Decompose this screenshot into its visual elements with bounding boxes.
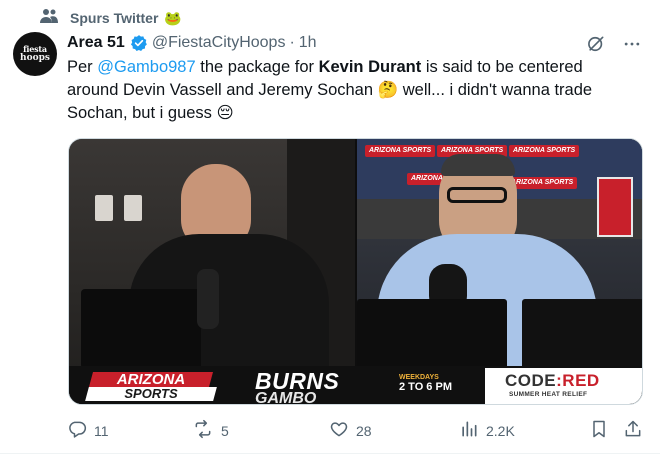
timestamp[interactable]: 1h [299, 34, 317, 52]
community-icon [40, 8, 58, 29]
repost-button[interactable]: 5 [192, 419, 229, 442]
display-name[interactable]: Area 51 [67, 34, 125, 52]
sponsor-name: CODE:RED [505, 371, 600, 391]
text-bold: Kevin Durant [318, 58, 422, 76]
show-title-second: GAMBO [255, 390, 317, 405]
share-button[interactable] [623, 419, 643, 442]
wall-sign-5: ARIZONA SPORTS [507, 177, 578, 189]
microphone-left [197, 269, 219, 329]
reply-count: 11 [94, 422, 109, 439]
monitor-left [81, 289, 201, 369]
tweet-header: Area 51 @FiestaCityHoops · 1h [67, 33, 317, 53]
analytics-icon [459, 419, 479, 442]
like-count: 28 [356, 422, 372, 439]
monitor-right-1 [357, 299, 507, 369]
social-context[interactable]: Spurs Twitter 🐸 [40, 8, 182, 29]
bookmark-button[interactable] [589, 419, 609, 442]
user-handle[interactable]: @FiestaCityHoops [152, 34, 286, 52]
wall-outlet-left [95, 195, 113, 221]
avatar[interactable]: fiesta hoops [13, 32, 57, 76]
frog-emoji: 🐸 [164, 9, 182, 26]
show-time: WEEKDAYS 2 TO 6 PM [399, 374, 452, 393]
show-time-text: 2 TO 6 PM [399, 381, 452, 393]
wall-sign-1: ARIZONA SPORTS [365, 145, 436, 157]
verified-badge-icon [130, 34, 148, 52]
tweet-text: Per @Gambo987 the package for Kevin Dura… [67, 56, 637, 125]
bookmark-icon [589, 419, 609, 442]
like-button[interactable]: 28 [329, 419, 372, 442]
sponsor-name-b: RED [562, 371, 600, 390]
framed-jersey [597, 177, 633, 237]
views-count: 2.2K [486, 422, 515, 439]
repost-icon [192, 419, 214, 442]
show-time-prefix: WEEKDAYS [399, 374, 439, 381]
network-name: ARIZONA [116, 371, 186, 388]
tweet-bottom-divider [0, 453, 660, 454]
avatar-text-bottom: hoops [20, 53, 50, 63]
reply-button[interactable]: 11 [67, 419, 109, 442]
host-right-hair [441, 154, 515, 176]
tweet-action-bar: 11 5 28 2.2K [67, 419, 647, 443]
views-button[interactable]: 2.2K [459, 419, 515, 442]
header-separator: · [289, 34, 295, 51]
repost-count: 5 [221, 422, 229, 439]
tweet-media-video[interactable]: ARIZONA SPORTS ARIZONA SPORTS ARIZONA SP… [68, 138, 643, 405]
community-name: Spurs Twitter [70, 10, 159, 26]
share-icon [623, 419, 643, 442]
text-mid: the package for [195, 58, 319, 76]
mention-link[interactable]: @Gambo987 [97, 58, 195, 76]
text-per: Per [67, 58, 98, 76]
sponsor-tagline: SUMMER HEAT RELIEF [509, 391, 588, 398]
monitor-right-2 [522, 299, 642, 369]
network-sub: SPORTS [124, 386, 178, 401]
sponsor-banner: CODE:RED SUMMER HEAT RELIEF [485, 368, 642, 404]
wall-sign-3: ARIZONA SPORTS [509, 145, 580, 157]
reply-icon [67, 419, 87, 442]
sponsor-name-a: CODE [505, 371, 557, 390]
broadcast-lower-third: ARIZONA SPORTS BURNS GAMBO WEEKDAYS 2 TO … [69, 366, 642, 405]
host-right-glasses [447, 187, 507, 203]
network-logo: ARIZONA SPORTS [83, 371, 218, 401]
heart-icon [329, 419, 349, 442]
wall-outlet-right [124, 195, 142, 221]
